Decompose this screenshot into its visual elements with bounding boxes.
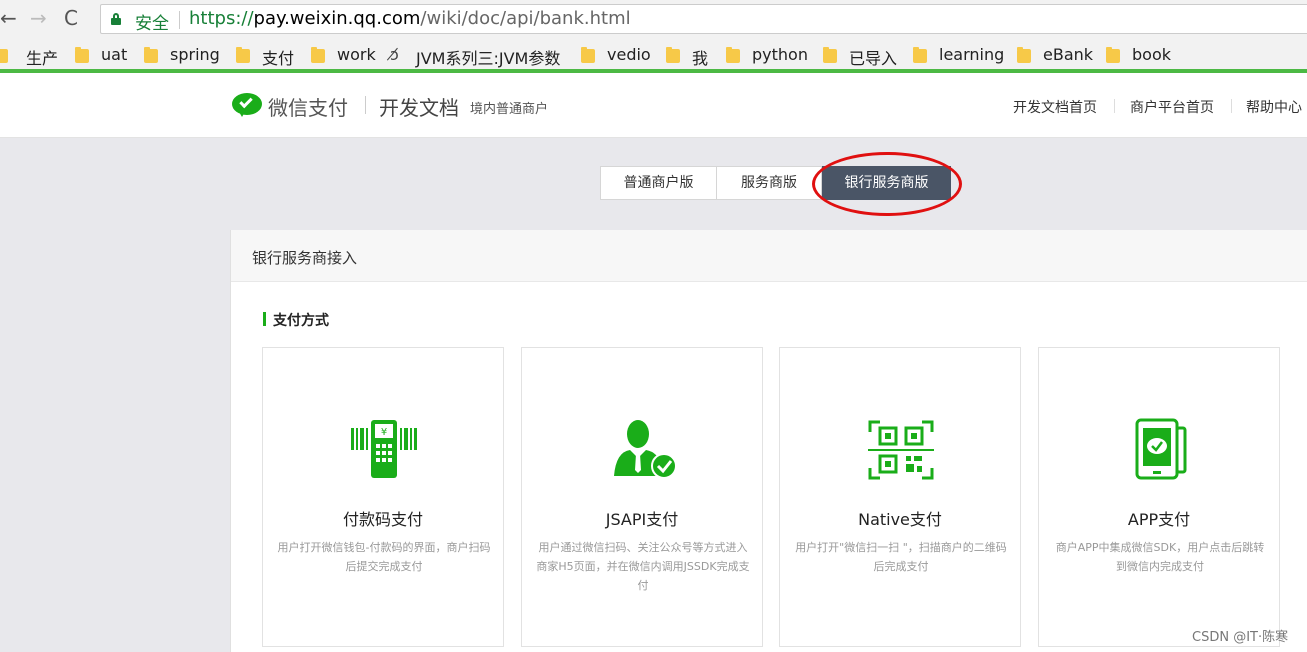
- card-title: 银行服务商接入: [252, 249, 358, 267]
- folder-icon: [666, 47, 680, 63]
- card-header: 银行服务商接入: [231, 230, 1307, 282]
- folder-icon: [726, 47, 740, 63]
- browser-toolbar: ← → C 安全 https://pay.weixin.qq.com/wiki/…: [0, 0, 1307, 38]
- url-text[interactable]: https://pay.weixin.qq.com/wiki/doc/api/b…: [189, 8, 631, 29]
- folder-icon: [311, 47, 325, 63]
- folder-icon: [823, 47, 837, 63]
- phone-wechat-icon: [1135, 418, 1187, 480]
- section-title: 支付方式: [273, 313, 329, 329]
- bookmark-label: 已导入: [849, 49, 898, 68]
- back-button[interactable]: ←: [0, 6, 17, 30]
- annotation-ellipse: [812, 152, 962, 216]
- url-path: /wiki/doc/api/bank.html: [420, 8, 631, 29]
- brand-name[interactable]: 微信支付: [268, 92, 348, 121]
- divider: [1114, 99, 1115, 113]
- nav-link-help-center[interactable]: 帮助中心: [1246, 97, 1302, 117]
- watermark: CSDN @IT·陈寒: [1192, 630, 1289, 645]
- pay-method-title: APP支付: [1127, 510, 1191, 529]
- bookmark-label: spring: [170, 45, 220, 64]
- pay-method-title: Native支付: [858, 510, 942, 529]
- doc-subtitle: 境内普通商户: [470, 102, 549, 117]
- pay-method-title: 付款码支付: [342, 510, 423, 529]
- bookmark-label: 我: [692, 49, 709, 68]
- pos-terminal-icon: ¥: [351, 420, 417, 478]
- folder-icon: [236, 47, 250, 63]
- pay-method-title: JSAPI支付: [605, 510, 679, 529]
- bookmarks-bar: 生产 uat spring 支付 work ↄ̸ JVM系列三:JVM参数 ved…: [0, 38, 1307, 73]
- bookmark-label: eBank: [1043, 45, 1094, 64]
- qr-code-icon: [868, 420, 934, 480]
- pay-method-desc: 用户打开"微信扫一扫 "，扫描商户的二维码后完成支付: [795, 541, 1007, 573]
- forward-button[interactable]: →: [30, 6, 47, 30]
- nav-link-merchant-home[interactable]: 商户平台首页: [1130, 97, 1214, 117]
- folder-icon: [1017, 47, 1031, 63]
- folder-icon: [581, 47, 595, 63]
- pay-method-desc: 用户打开微信钱包-付款码的界面，商户扫码后提交完成支付: [277, 541, 491, 573]
- nav-link-doc-home[interactable]: 开发文档首页: [1013, 97, 1097, 117]
- folder-icon: [0, 49, 8, 63]
- folder-icon: [75, 47, 89, 63]
- folder-icon: [144, 47, 158, 63]
- bookmark-label: JVM系列三:JVM参数: [416, 49, 561, 68]
- bookmark-label: python: [752, 45, 808, 64]
- doc-title: 开发文档: [379, 96, 459, 120]
- address-bar[interactable]: 安全 https://pay.weixin.qq.com/wiki/doc/ap…: [100, 4, 1307, 34]
- pay-method-card[interactable]: ¥ 付款码支付 用户打开微信钱包-付款码的界面，商户扫码后提交完成支付: [262, 347, 504, 647]
- url-scheme: https://: [189, 8, 254, 29]
- secure-label: 安全: [135, 14, 169, 34]
- folder-icon: [913, 47, 927, 63]
- bookmark-label: learning: [939, 45, 1005, 64]
- url-host: pay.weixin.qq.com: [253, 8, 421, 29]
- svg-text:¥: ¥: [381, 427, 387, 438]
- pay-method-card[interactable]: JSAPI支付 用户通过微信扫码、关注公众号等方式进入商家H5页面，并在微信内调…: [521, 347, 763, 647]
- bookmark-label: book: [1132, 45, 1171, 64]
- lock-icon: [111, 13, 121, 25]
- jvm-site-icon: ↄ̸: [390, 45, 399, 64]
- pay-method-card[interactable]: Native支付 用户打开"微信扫一扫 "，扫描商户的二维码后完成支付: [779, 347, 1021, 647]
- divider: [179, 11, 180, 29]
- bookmark-label: 生产: [26, 49, 59, 68]
- bookmark-label: vedio: [607, 45, 651, 64]
- wechat-pay-logo-icon[interactable]: [232, 93, 262, 117]
- pay-method-desc: 用户通过微信扫码、关注公众号等方式进入商家H5页面，并在微信内调用JSSDK完成…: [536, 541, 750, 592]
- tab-service-provider[interactable]: 服务商版: [716, 166, 822, 200]
- folder-icon: [1106, 47, 1120, 63]
- pay-method-desc: 商户APP中集成微信SDK，用户点击后跳转到微信内完成支付: [1055, 541, 1265, 573]
- divider: [365, 96, 366, 114]
- bookmark-label: work: [337, 45, 376, 64]
- bookmark-label: 支付: [262, 49, 295, 68]
- divider: [1231, 99, 1232, 113]
- section-accent-bar: [263, 312, 266, 326]
- tab-regular-merchant[interactable]: 普通商户版: [600, 166, 717, 200]
- bank-access-card: 银行服务商接入 支付方式 ¥ 付款码支付 用户打开微信钱包-付款码的界面，商户扫…: [230, 230, 1307, 652]
- site-header: 微信支付 开发文档 境内普通商户 开发文档首页 商户平台首页 帮助中心: [0, 73, 1307, 138]
- reload-button[interactable]: C: [64, 6, 78, 30]
- user-verified-icon: [614, 420, 677, 479]
- pay-method-card[interactable]: APP支付 商户APP中集成微信SDK，用户点击后跳转到微信内完成支付: [1038, 347, 1280, 647]
- bookmark-label: uat: [101, 45, 128, 64]
